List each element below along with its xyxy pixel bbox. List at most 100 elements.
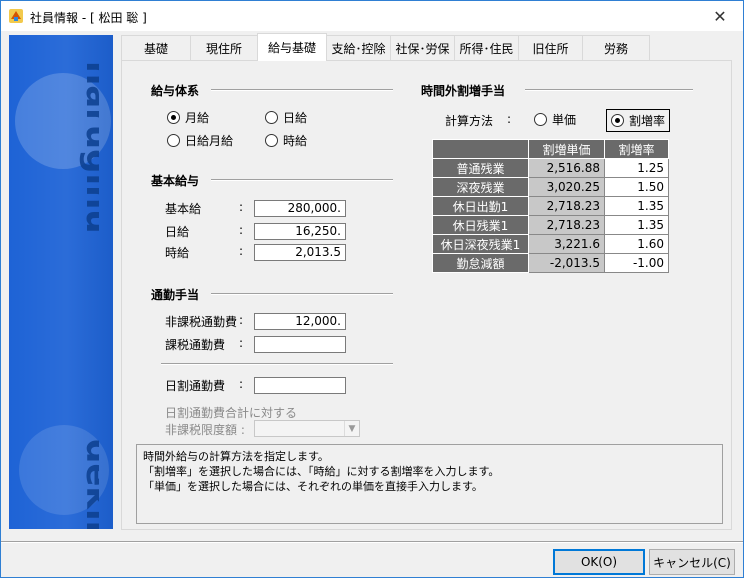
table-row: 勤怠減額 -2,013.5 -1.00 (432, 253, 669, 273)
ok-button[interactable]: OK(O) (553, 549, 645, 575)
colon: : (239, 223, 244, 237)
hourly-pay-field[interactable]: 2,013.5 (254, 244, 346, 261)
table-row: 休日出勤1 2,718.23 1.35 (432, 196, 669, 216)
unit-price-cell: 3,221.6 (528, 234, 605, 254)
radio-label: 単価 (552, 113, 577, 127)
radio-hourly[interactable]: 時給 (265, 132, 307, 149)
brand-logo: naruginu (78, 61, 99, 234)
radio-indicator (167, 111, 180, 124)
overtime-rate-table: 割増単価 割増率 普通残業 2,516.88 1.25 深夜残業 3,020.2… (432, 139, 669, 273)
divider (1, 541, 743, 543)
radio-unit-price[interactable]: 単価 (534, 111, 576, 128)
table-row: 普通残業 2,516.88 1.25 (432, 158, 669, 178)
tab-bar: 基礎 現住所 給与基礎 支給･控除 社保･労保 所得･住民 旧住所 労務 (121, 33, 650, 61)
radio-label: 日給 (283, 111, 308, 125)
commute-title: 通勤手当 (151, 288, 200, 302)
daily-pay-label: 日給 (165, 225, 190, 239)
salary-system-title: 給与体系 (151, 84, 200, 98)
nontax-commute-field[interactable]: 12,000. (254, 313, 346, 330)
radio-daily[interactable]: 日給 (265, 109, 307, 126)
cancel-button[interactable]: キャンセル(C) (649, 549, 735, 575)
daily-commute-field[interactable] (254, 377, 346, 394)
calc-method-label: 計算方法 (445, 114, 494, 128)
unit-price-cell: 3,020.25 (528, 177, 605, 197)
radio-premium-rate[interactable]: 割増率 (606, 109, 671, 132)
overtime-title: 時間外割増手当 (421, 84, 506, 98)
divider (211, 179, 393, 181)
nontax-limit-select[interactable]: ▼ (254, 420, 360, 437)
tax-commute-field[interactable] (254, 336, 346, 353)
table-row: 休日残業1 2,718.23 1.35 (432, 215, 669, 235)
colon: : (239, 244, 244, 258)
rate-cell[interactable]: 1.50 (604, 177, 669, 197)
nontax-limit-label: 非課税限度額 : (165, 423, 245, 437)
tab-social-insurance[interactable]: 社保･労保 (390, 35, 455, 61)
help-line: 「単価」を選択した場合には、それぞれの単価を直接手入力します。 (143, 480, 483, 493)
column-header-rate: 割増率 (604, 139, 669, 159)
radio-indicator (167, 134, 180, 147)
nontax-limit-caption: 日割通勤費合計に対する (165, 406, 298, 420)
colon: : (239, 313, 244, 327)
tab-income-resident-tax[interactable]: 所得･住民 (454, 35, 519, 61)
rate-cell[interactable]: 1.35 (604, 215, 669, 235)
row-label: 休日深夜残業1 (432, 234, 529, 254)
radio-indicator (611, 114, 624, 127)
radio-indicator (265, 111, 278, 124)
radio-monthly[interactable]: 月給 (167, 109, 209, 126)
tab-labor[interactable]: 労務 (582, 35, 650, 61)
chevron-down-icon: ▼ (344, 421, 359, 436)
nontax-commute-label: 非課税通勤費 (165, 315, 238, 329)
unit-price-cell: 2,516.88 (528, 158, 605, 178)
close-icon[interactable]: ✕ (697, 1, 743, 31)
colon: : (239, 377, 244, 391)
rate-cell[interactable]: 1.25 (604, 158, 669, 178)
radio-indicator (534, 113, 547, 126)
divider (161, 363, 393, 365)
title-bar: 社員情報 - [ 松田 聡 ] ✕ (1, 1, 743, 31)
hourly-pay-label: 時給 (165, 246, 190, 260)
sidebar-banner: naruginu dekirn (9, 35, 113, 529)
unit-price-cell: 2,718.23 (528, 215, 605, 235)
tab-current-address[interactable]: 現住所 (190, 35, 258, 61)
radio-daily-monthly[interactable]: 日給月給 (167, 132, 233, 149)
rate-cell[interactable]: -1.00 (604, 253, 669, 273)
rate-cell[interactable]: 1.60 (604, 234, 669, 254)
table-row: 休日深夜残業1 3,221.6 1.60 (432, 234, 669, 254)
divider (525, 89, 693, 91)
tab-previous-address[interactable]: 旧住所 (518, 35, 583, 61)
base-salary-title: 基本給与 (151, 174, 200, 188)
daily-commute-label: 日割通勤費 (165, 379, 226, 393)
colon: : (507, 112, 512, 126)
unit-price-cell: 2,718.23 (528, 196, 605, 216)
radio-label: 割増率 (629, 114, 666, 128)
tab-salary-basic[interactable]: 給与基礎 (257, 33, 327, 61)
divider (211, 89, 393, 91)
rate-cell[interactable]: 1.35 (604, 196, 669, 216)
base-pay-label: 基本給 (165, 202, 202, 216)
row-label: 休日残業1 (432, 215, 529, 235)
employee-info-window: 社員情報 - [ 松田 聡 ] ✕ naruginu dekirn 基礎 現住所… (0, 0, 744, 578)
base-pay-field[interactable]: 280,000. (254, 200, 346, 217)
brand-logo-text: dekirn (78, 439, 99, 529)
radio-indicator (265, 134, 278, 147)
daily-pay-field[interactable]: 16,250. (254, 223, 346, 240)
tab-payment-deduction[interactable]: 支給･控除 (326, 35, 391, 61)
radio-label: 日給月給 (185, 134, 234, 148)
row-label: 普通残業 (432, 158, 529, 178)
row-label: 休日出勤1 (432, 196, 529, 216)
unit-price-cell: -2,013.5 (528, 253, 605, 273)
tab-basic[interactable]: 基礎 (121, 35, 191, 61)
radio-label: 時給 (283, 134, 308, 148)
tax-commute-label: 課税通勤費 (165, 338, 226, 352)
table-corner (432, 139, 529, 159)
window-title: 社員情報 - [ 松田 聡 ] (30, 11, 147, 25)
brand-logo-text: naruginu (78, 61, 99, 234)
help-line: 「割増率」を選択した場合には、「時給」に対する割増率を入力します。 (143, 465, 500, 478)
colon: : (239, 200, 244, 214)
column-header-unit: 割増単価 (528, 139, 605, 159)
row-label: 勤怠減額 (432, 253, 529, 273)
table-row: 深夜残業 3,020.25 1.50 (432, 177, 669, 197)
help-text-box: 時間外給与の計算方法を指定します。 「割増率」を選択した場合には、「時給」に対す… (136, 444, 723, 524)
radio-label: 月給 (185, 111, 210, 125)
colon: : (239, 336, 244, 350)
